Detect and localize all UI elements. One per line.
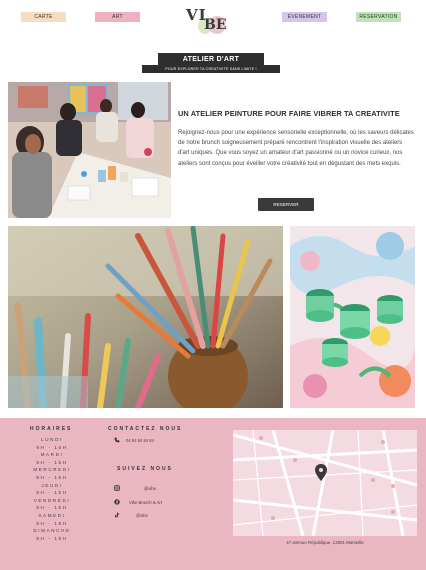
opening-hours: LUNDI 9H - 15H MARDI 9H - 15H MERCREDI 9…: [28, 436, 76, 542]
instagram-handle: @vibe: [144, 485, 156, 491]
hours-item: 9H - 15H: [36, 444, 68, 450]
nav-art[interactable]: ART: [95, 12, 140, 22]
logo-text-be: BE: [204, 17, 227, 33]
hours-item: LUNDI: [41, 437, 63, 442]
hours-item: 9H - 15H: [36, 505, 68, 511]
location-map[interactable]: [233, 430, 417, 536]
facebook-icon: [114, 499, 120, 505]
workshop-description: Rejoignez-nous pour une expérience senso…: [178, 130, 414, 167]
site-footer: HORAIRES LUNDI 9H - 15H MARDI 9H - 15H M…: [0, 418, 426, 570]
hours-item: DIMANCHE: [33, 528, 71, 534]
hours-item: 9H - 18H: [36, 520, 68, 526]
hours-item: 9H - 15H: [36, 459, 68, 465]
page-title: ATELIER D'ART: [158, 53, 264, 65]
page-subtitle: POUR EXPLORER TA CREATIVITE SANS LIMITE …: [142, 65, 280, 73]
nav-evenement[interactable]: EVENEMENT: [282, 12, 327, 22]
phone-contact[interactable]: 04 91 84 84 84: [114, 437, 154, 443]
hours-item: 9H - 15H: [36, 490, 68, 496]
tiktok-handle: @vibe: [136, 512, 148, 518]
hours-item: JEUDI: [41, 482, 63, 488]
reserve-button[interactable]: RESERVER: [258, 198, 314, 211]
facebook-link[interactable]: Vibe Brunch & Art: [114, 499, 162, 505]
hours-item: MARDI: [40, 452, 64, 458]
hours-item: VENDREDI: [33, 497, 71, 503]
facebook-name: Vibe Brunch & Art: [129, 499, 162, 505]
hours-title: HORAIRES: [30, 426, 73, 432]
nav-carte[interactable]: CARTE: [21, 12, 66, 22]
hours-item: 9H - 18H: [36, 535, 68, 541]
paint-cups-photo: [290, 226, 415, 408]
phone-icon: [114, 437, 120, 443]
nav-reservation[interactable]: RESERVATION: [356, 12, 401, 22]
tiktok-link[interactable]: @vibe: [114, 512, 148, 518]
hours-item: 9H - 15H: [36, 474, 68, 480]
phone-number: 04 91 84 84 84: [126, 437, 154, 443]
contact-title: CONTACTEZ NOUS: [108, 426, 183, 432]
workshop-photo: [8, 82, 171, 218]
hours-item: MERCREDI: [33, 467, 71, 473]
workshop-heading: UN ATELIER PEINTURE POUR FAIRE VIBRER TA…: [178, 109, 400, 118]
address-text: 47 avenue République, 13001 Marseille: [286, 540, 364, 545]
site-header: CARTE ART VI BE EVENEMENT RESERVATION: [0, 0, 426, 40]
instagram-icon: [114, 485, 120, 491]
hours-item: SAMEDI: [38, 512, 66, 518]
instagram-link[interactable]: @vibe: [114, 485, 156, 491]
vibe-logo[interactable]: VI BE: [186, 6, 232, 36]
follow-title: SUIVEZ NOUS: [117, 466, 173, 472]
brushes-photo: [8, 226, 283, 408]
tiktok-icon: [114, 512, 120, 518]
